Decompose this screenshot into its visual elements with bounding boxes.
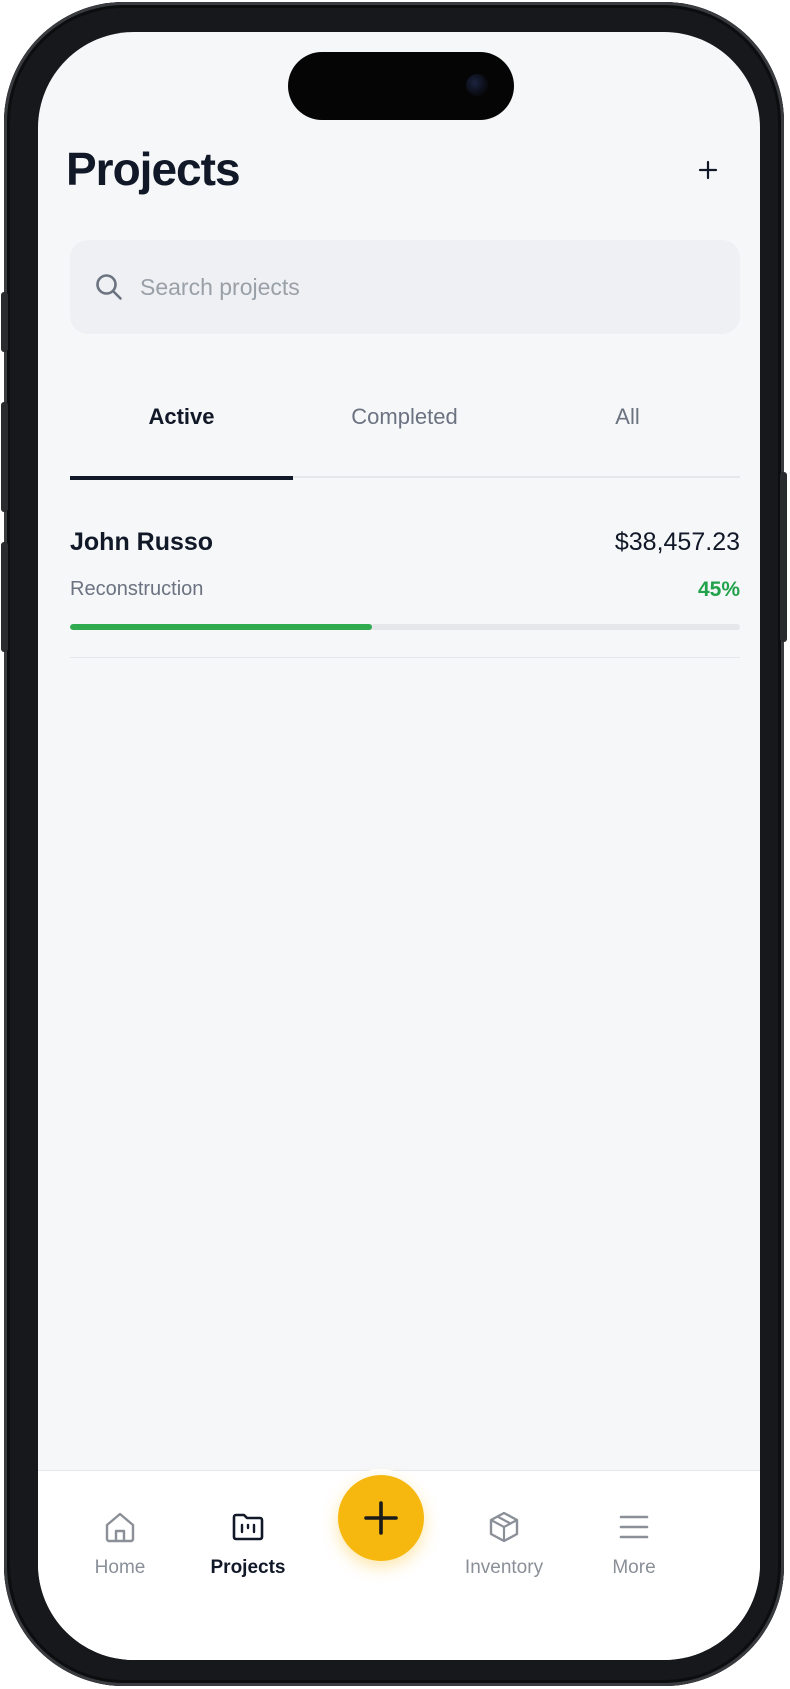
project-tabs: Active Completed All (70, 378, 740, 480)
power-button (780, 472, 787, 642)
camera-icon (466, 74, 488, 96)
home-icon (105, 1512, 135, 1543)
nav-projects[interactable]: Projects (188, 1509, 308, 1579)
project-progress-fill (70, 624, 372, 630)
project-client-name: John Russo (70, 528, 214, 556)
project-amount: $38,457.23 (614, 528, 740, 556)
nav-more-label: More (612, 1557, 656, 1578)
phone-frame: Projects Active Completed All John Russo… (1, 2, 787, 1686)
nav-inventory-label: Inventory (464, 1557, 544, 1578)
project-progress-percent: 45% (697, 578, 740, 601)
page-title: Projects (66, 143, 241, 195)
plus-icon (364, 1501, 398, 1535)
nav-inventory[interactable]: Inventory (444, 1509, 564, 1579)
nav-home-label: Home (94, 1557, 146, 1578)
bottom-nav: Home Projects Inventory More (38, 1470, 760, 1660)
plus-icon (698, 160, 718, 180)
dynamic-island (288, 52, 514, 120)
tab-completed[interactable]: Completed (293, 378, 516, 478)
add-fab-button[interactable] (338, 1475, 424, 1561)
project-type: Reconstruction (70, 578, 204, 600)
side-button (1, 402, 8, 512)
add-project-button[interactable] (688, 150, 728, 190)
side-button (1, 542, 8, 652)
menu-icon (619, 1515, 649, 1539)
box-icon (489, 1511, 519, 1543)
search-input[interactable] (140, 273, 700, 301)
tab-all[interactable]: All (516, 378, 739, 478)
nav-projects-label: Projects (210, 1557, 286, 1578)
folder-icon (232, 1513, 264, 1541)
search-bar[interactable] (70, 240, 740, 334)
nav-more[interactable]: More (574, 1509, 694, 1579)
project-progress-bar (70, 624, 740, 630)
app-screen: Projects Active Completed All John Russo… (38, 32, 760, 1660)
tab-active[interactable]: Active (70, 378, 293, 480)
project-list-item[interactable]: John Russo $38,457.23 Reconstruction 45% (70, 502, 740, 658)
search-icon (94, 272, 124, 302)
nav-home[interactable]: Home (60, 1509, 180, 1579)
side-button (1, 292, 8, 352)
